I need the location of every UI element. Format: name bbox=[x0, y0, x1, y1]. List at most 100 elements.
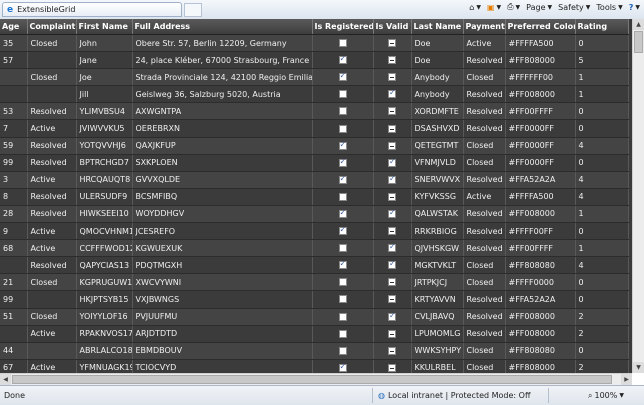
age-cell[interactable]: 3 bbox=[0, 171, 28, 189]
last-name-cell[interactable]: QJVHSKGW bbox=[411, 239, 464, 258]
last-name-cell[interactable]: KYFVKSSG bbox=[411, 188, 464, 206]
payment-cell[interactable]: Closed bbox=[463, 359, 506, 373]
full-address-cell[interactable]: 24, place Kléber, 67000 Strasbourg, Fran… bbox=[132, 51, 313, 70]
checkbox[interactable] bbox=[388, 346, 396, 355]
last-name-cell[interactable]: SNERVWVX bbox=[411, 171, 464, 189]
full-address-cell[interactable]: OEREBRXN bbox=[132, 119, 313, 138]
first-name-cell[interactable]: QAPYCIAS13 bbox=[76, 256, 133, 275]
table-row[interactable]: ResolvedQAPYCIAS13PDQTMGXH MGKTVKLTClosed… bbox=[0, 256, 629, 275]
full-address-cell[interactable]: VXJBWNGS bbox=[132, 290, 313, 309]
rating-cell[interactable]: 5 bbox=[575, 51, 629, 70]
table-row[interactable]: 57 Jane 24, place Kléber, 67000 Strasbourg… bbox=[0, 51, 629, 70]
table-row[interactable]: 21 Closed KGPRUGUW14 XWCVYWNI JRTPKJCJ Closed… bbox=[0, 273, 629, 292]
checkbox[interactable] bbox=[338, 140, 347, 150]
complaint-cell[interactable]: Closed bbox=[27, 34, 77, 53]
rating-cell[interactable]: 1 bbox=[575, 85, 629, 104]
full-address-cell[interactable]: EBMDBOUV bbox=[132, 342, 313, 360]
checkbox[interactable] bbox=[388, 227, 396, 236]
table-row[interactable]: 28ResolvedHIWKSEEI10WOYDDHGVQALWSTAKReso… bbox=[0, 205, 629, 224]
horizontal-scrollbar[interactable]: ◀ ▶ bbox=[0, 373, 632, 385]
age-cell[interactable]: 57 bbox=[0, 51, 28, 70]
full-address-cell[interactable]: Geislweg 36, Salzburg 5020, Austria bbox=[132, 85, 313, 104]
preferred-color-cell[interactable]: #FF808080 bbox=[505, 342, 576, 360]
first-name-cell[interactable]: HKJPTSYB15 bbox=[76, 290, 133, 309]
complaint-cell[interactable]: Active bbox=[27, 222, 77, 241]
first-name-cell[interactable]: YOIYYLOF16 bbox=[76, 308, 133, 326]
checkbox[interactable] bbox=[388, 192, 396, 201]
print-button[interactable]: ⎙ ▼ bbox=[507, 2, 520, 12]
column-header-payment[interactable]: Payment bbox=[463, 19, 506, 35]
last-name-cell[interactable]: Anybody bbox=[411, 85, 464, 104]
horizontal-scroll-thumb[interactable] bbox=[12, 375, 612, 384]
payment-cell[interactable]: Resolved bbox=[463, 308, 506, 326]
complaint-cell[interactable] bbox=[27, 85, 77, 104]
first-name-cell[interactable]: CCFFFWOD12 bbox=[76, 239, 133, 258]
table-row[interactable]: 53 Resolved YLIMVBSU4 AXWGNTPA XORDMFTE Resol… bbox=[0, 102, 629, 121]
table-row[interactable]: 44 ABRLALCO18 EBMDBOUV WWKSYHPY Closed #FF808… bbox=[0, 342, 629, 360]
column-header-last-name[interactable]: Last Name bbox=[411, 19, 464, 35]
first-name-cell[interactable]: John bbox=[76, 34, 133, 53]
checkbox[interactable] bbox=[338, 107, 347, 116]
complaint-cell[interactable] bbox=[27, 51, 77, 70]
payment-cell[interactable]: Closed bbox=[463, 137, 506, 155]
rating-cell[interactable]: 4 bbox=[575, 137, 629, 155]
rating-cell[interactable]: 0 bbox=[575, 34, 629, 53]
rating-cell[interactable]: 4 bbox=[575, 188, 629, 206]
age-cell[interactable]: 68 bbox=[0, 239, 28, 258]
complaint-cell[interactable] bbox=[27, 290, 77, 309]
rating-cell[interactable]: 0 bbox=[575, 154, 629, 172]
first-name-cell[interactable]: YFMNUAGK19 bbox=[76, 359, 133, 373]
scroll-up-icon[interactable]: ▲ bbox=[633, 19, 644, 30]
checkbox[interactable] bbox=[388, 278, 396, 287]
column-header-rating[interactable]: Rating bbox=[575, 19, 629, 35]
payment-cell[interactable]: Resolved bbox=[463, 222, 506, 241]
preferred-color-cell[interactable]: #FFFFA500 bbox=[505, 188, 576, 206]
full-address-cell[interactable]: PDQTMGXH bbox=[132, 256, 313, 275]
payment-cell[interactable]: Resolved bbox=[463, 205, 506, 224]
complaint-cell[interactable]: Active bbox=[27, 119, 77, 138]
preferred-color-cell[interactable]: #FFA52A2A bbox=[505, 171, 576, 189]
first-name-cell[interactable]: HRCQAUQT8 bbox=[76, 171, 133, 189]
tools-menu[interactable]: Tools ▼ bbox=[596, 3, 622, 12]
rating-cell[interactable]: 2 bbox=[575, 308, 629, 326]
full-address-cell[interactable]: WOYDDHGV bbox=[132, 205, 313, 224]
column-header-full-address[interactable]: Full Address bbox=[132, 19, 313, 35]
rating-cell[interactable]: 4 bbox=[575, 171, 629, 189]
checkbox[interactable] bbox=[388, 124, 396, 133]
preferred-color-cell[interactable]: #FFFF00FF bbox=[505, 222, 576, 241]
last-name-cell[interactable]: QETEGTMT bbox=[411, 137, 464, 155]
rating-cell[interactable]: 0 bbox=[575, 290, 629, 309]
rating-cell[interactable]: 0 bbox=[575, 102, 629, 121]
complaint-cell[interactable]: Closed bbox=[27, 273, 77, 292]
checkbox[interactable] bbox=[338, 295, 347, 304]
preferred-color-cell[interactable]: #FF0000FF bbox=[505, 137, 576, 155]
payment-cell[interactable]: Closed bbox=[463, 342, 506, 360]
preferred-color-cell[interactable]: #FF808000 bbox=[505, 51, 576, 70]
full-address-cell[interactable]: SXKPLOEN bbox=[132, 154, 313, 172]
full-address-cell[interactable]: JCESREFO bbox=[132, 222, 313, 241]
checkbox[interactable] bbox=[338, 312, 347, 321]
payment-cell[interactable]: Resolved bbox=[463, 290, 506, 309]
age-cell[interactable]: 51 bbox=[0, 308, 28, 326]
table-row[interactable]: 68ActiveCCFFFWOD12KGWUEXUK QJVHSKGWResolv… bbox=[0, 239, 629, 258]
preferred-color-cell[interactable]: #FF008000 bbox=[505, 85, 576, 104]
checkbox[interactable] bbox=[388, 88, 396, 99]
complaint-cell[interactable]: Active bbox=[27, 239, 77, 258]
last-name-cell[interactable]: QALWSTAK bbox=[411, 205, 464, 224]
table-row[interactable]: 3ActiveHRCQAUQT8GVVXQLDE SNERVWVXResolved… bbox=[0, 171, 629, 189]
preferred-color-cell[interactable]: #FF808080 bbox=[505, 256, 576, 275]
last-name-cell[interactable]: RRKRBIOG bbox=[411, 222, 464, 241]
new-tab-button[interactable] bbox=[184, 2, 202, 17]
age-cell[interactable]: 9 bbox=[0, 222, 28, 241]
complaint-cell[interactable]: Resolved bbox=[27, 102, 77, 121]
checkbox[interactable] bbox=[338, 362, 347, 372]
payment-cell[interactable]: Resolved bbox=[463, 239, 506, 258]
checkbox[interactable] bbox=[388, 157, 396, 167]
first-name-cell[interactable]: ABRLALCO18 bbox=[76, 342, 133, 360]
checkbox[interactable] bbox=[388, 141, 396, 150]
checkbox[interactable] bbox=[388, 208, 396, 218]
table-row[interactable]: 99ResolvedBPTRCHGD7SXKPLOEN VFNMJVLDClose… bbox=[0, 154, 629, 172]
checkbox[interactable] bbox=[338, 90, 347, 99]
age-cell[interactable]: 44 bbox=[0, 342, 28, 360]
preferred-color-cell[interactable]: #FFFFFF00 bbox=[505, 68, 576, 87]
